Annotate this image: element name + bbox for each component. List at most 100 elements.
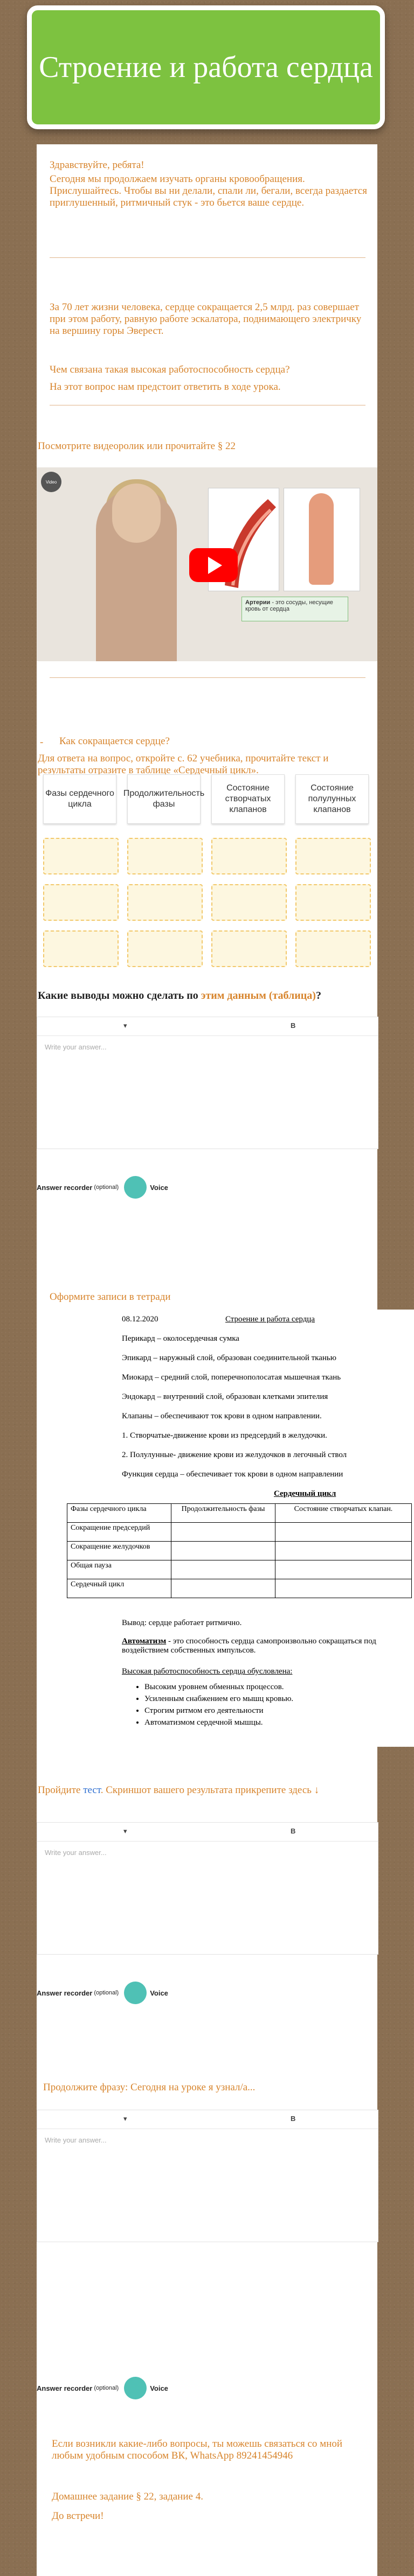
task-question: Как сокращается сердце? <box>59 736 170 747</box>
answer1-input[interactable]: Write your answer... <box>45 1043 107 1051</box>
doc-conclusion: Вывод: сердце работает ритмично. <box>122 1619 242 1627</box>
drop-cell[interactable] <box>211 930 287 967</box>
drop-cell[interactable] <box>127 838 203 874</box>
recorder-label: Answer recorder <box>37 1989 93 1997</box>
video-caption: Артерии - это сосуды, несущие кровь от с… <box>242 597 348 621</box>
doc-bullet: Высоким уровнем обменных процессов. <box>144 1681 293 1693</box>
drop-cell[interactable] <box>43 884 119 921</box>
test-text-prefix: Пройдите <box>38 1784 84 1796</box>
question-text: Чем связана такая высокая работоспособно… <box>50 364 290 375</box>
bold-button[interactable]: B <box>291 1827 295 1835</box>
answer1-title-link[interactable]: этим данным (таблица) <box>201 990 316 1002</box>
editor-toolbar: ▾ B <box>37 1017 378 1036</box>
doc-line: 2. Полулунные- движение крови из желудоч… <box>122 1451 347 1459</box>
doc-capacity-title: Высокая работоспособность сердца обуслов… <box>122 1667 293 1676</box>
answer3-recorder: Answer recorder (optional) Voice <box>37 2377 168 2399</box>
editor-toolbar: ▾ B <box>37 2110 378 2129</box>
answer3-input[interactable]: Write your answer... <box>45 2136 107 2144</box>
doc-table-header: Продолжительность фазы <box>171 1503 275 1523</box>
drop-cell[interactable] <box>127 884 203 921</box>
answer1-title-suffix: ? <box>315 990 321 1002</box>
doc-capacity-list: Высоким уровнем обменных процессов. Усил… <box>134 1681 293 1728</box>
recorder-optional: (optional) <box>94 1990 119 1996</box>
fact-text: За 70 лет жизни человека, сердце сокраща… <box>50 302 362 337</box>
answer3-editor[interactable]: ▾ B Write your answer... <box>37 2110 378 2242</box>
drop-cell[interactable] <box>43 838 119 874</box>
doc-line: Функция сердца – обеспечивает ток крови … <box>122 1470 343 1479</box>
voice-label: Voice <box>150 1989 168 1997</box>
intro-text: Сегодня мы продолжаем изучать органы кро… <box>50 173 367 208</box>
recorder-label: Answer recorder <box>37 1183 93 1192</box>
drop-cell[interactable] <box>43 930 119 967</box>
notes-document-image: 08.12.2020 Строение и работа сердца Пери… <box>47 1310 414 1747</box>
answer2-input[interactable]: Write your answer... <box>45 1849 107 1857</box>
text-style-dropdown[interactable]: ▾ <box>123 2115 127 2123</box>
doc-table-row: Сокращение желудочков <box>67 1541 171 1560</box>
drop-cell[interactable] <box>211 884 287 921</box>
answer1-recorder: Answer recorder (optional) Voice <box>37 1176 168 1199</box>
editor-toolbar: ▾ B <box>37 1823 378 1842</box>
doc-line: Миокард – средний слой, поперечнополосат… <box>122 1373 341 1382</box>
task-instruction: Для ответа на вопрос, откройте с. 62 уче… <box>38 753 329 776</box>
recorder-label: Answer recorder <box>37 2384 93 2392</box>
answer1-title-prefix: Какие выводы можно сделать по <box>38 990 201 1002</box>
bold-button[interactable]: B <box>291 1021 295 1030</box>
doc-line: 1. Створчатые-движение крови из предсерд… <box>122 1431 327 1440</box>
presenter-face <box>112 484 161 543</box>
test-link[interactable]: тест <box>83 1784 101 1796</box>
channel-avatar[interactable]: Video <box>41 472 61 492</box>
doc-date: 08.12.2020 <box>122 1315 158 1324</box>
drop-cell[interactable] <box>295 884 371 921</box>
doc-line: Перикард – околосердечная сумка <box>122 1334 239 1343</box>
drop-cell[interactable] <box>295 838 371 874</box>
test-text-suffix: . Скриншот вашего результата прикрепите … <box>100 1784 320 1796</box>
doc-automatism-term: Автоматизм <box>122 1637 167 1646</box>
voice-label: Voice <box>150 1183 168 1192</box>
doc-table-header: Фазы сердечного цикла <box>67 1503 171 1523</box>
voice-record-button[interactable] <box>124 1982 147 2004</box>
doc-line: Клапаны – обеспечивают ток крови в одном… <box>122 1412 322 1420</box>
drop-cell[interactable] <box>127 930 203 967</box>
homework-text: Домашнее задание § 22, задание 4. <box>52 2491 203 2502</box>
recorder-optional: (optional) <box>94 2385 119 2391</box>
doc-title: Строение и работа сердца <box>225 1315 315 1324</box>
recorder-optional: (optional) <box>94 1184 119 1191</box>
continue-prompt: Продолжите фразу: Сегодня на уроке я узн… <box>43 2082 256 2093</box>
page-title: Строение и работа сердца <box>39 51 373 84</box>
text-style-dropdown[interactable]: ▾ <box>123 1021 127 1030</box>
doc-table-row: Общая пауза <box>67 1560 171 1579</box>
answer1-editor[interactable]: ▾ B Write your answer... <box>37 1017 378 1149</box>
doc-bullet: Автоматизмом сердечной мышцы. <box>144 1717 293 1728</box>
notes-heading: Оформите записи в тетради <box>50 1291 171 1303</box>
voice-record-button[interactable] <box>124 2377 147 2399</box>
test-instruction: Пройдите тест. Скриншот вашего результат… <box>38 1784 361 1796</box>
play-icon <box>208 556 222 574</box>
voice-label: Voice <box>150 2384 168 2392</box>
goodbye-text: До встречи! <box>52 2510 104 2522</box>
doc-automatism: Автоматизм - это способность сердца само… <box>122 1637 413 1655</box>
play-button[interactable] <box>189 548 238 582</box>
bold-button[interactable]: B <box>291 2115 295 2123</box>
table-header-duration: Продолжительность фазы <box>123 774 204 824</box>
video-player[interactable]: Video Артерии - это сосуды, несущие кров… <box>37 467 377 661</box>
task-bullet: - <box>40 737 44 748</box>
caption-term: Артерии <box>245 599 271 606</box>
doc-table-row: Сердечный цикл <box>67 1579 171 1598</box>
text-style-dropdown[interactable]: ▾ <box>123 1827 127 1836</box>
doc-bullet: Строгим ритмом его деятельности <box>144 1705 293 1717</box>
video-heading: Посмотрите видеоролик или прочитайте § 2… <box>38 440 236 452</box>
drop-cell[interactable] <box>211 838 287 874</box>
answer2-editor[interactable]: ▾ B Write your answer... <box>37 1822 378 1955</box>
divider <box>50 677 365 678</box>
drop-cell[interactable] <box>295 930 371 967</box>
doc-line: Эпикард – наружный слой, образован соеди… <box>122 1354 336 1362</box>
page-header: Строение и работа сердца <box>27 5 385 129</box>
contact-text: Если возникли какие-либо вопросы, ты мож… <box>52 2438 343 2461</box>
doc-line: Эндокард – внутренний слой, образован кл… <box>122 1392 328 1401</box>
lesson-goal-text: На этот вопрос нам предстоит ответить в … <box>50 381 281 393</box>
table-header-phases: Фазы сердечного цикла <box>43 774 116 824</box>
voice-record-button[interactable] <box>124 1176 147 1199</box>
doc-table-row: Сокращение предсердий <box>67 1522 171 1542</box>
anatomy-figure <box>309 493 334 585</box>
table-header-leaflet-valves: Состояние створчатых клапанов <box>211 774 285 824</box>
